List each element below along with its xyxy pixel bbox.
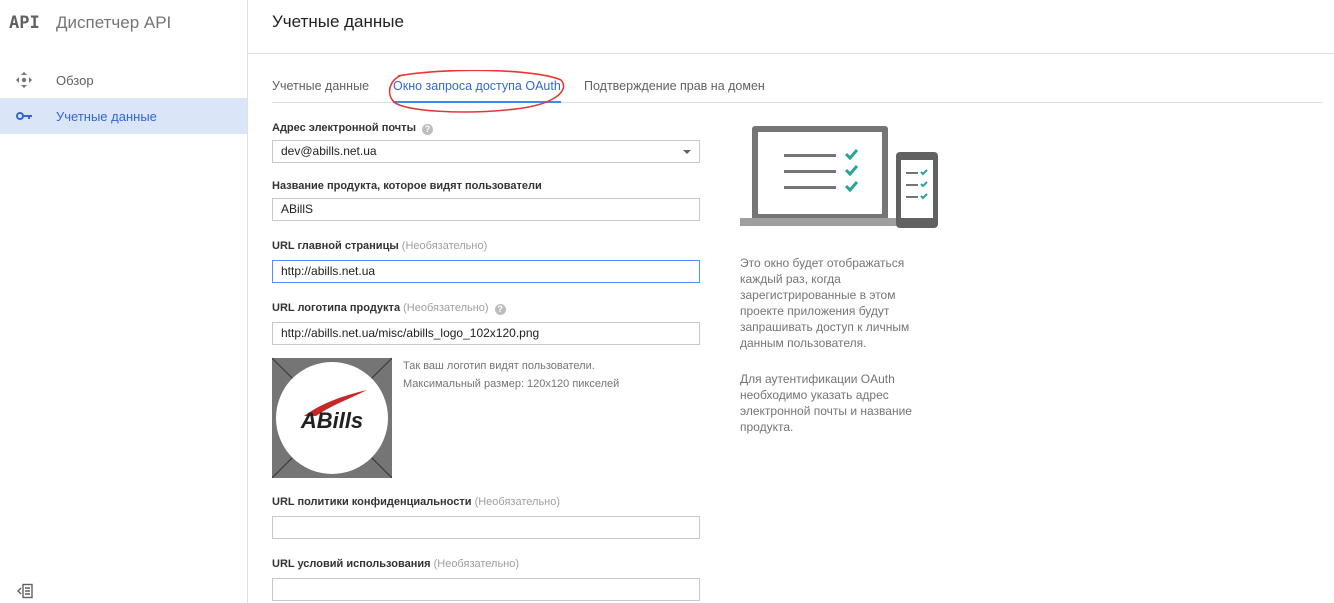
- consent-illustration: [740, 126, 938, 228]
- email-select-value: dev@abills.net.ua: [281, 144, 377, 158]
- top-bar: Учетные данные: [248, 0, 1334, 54]
- tab-domain-verification[interactable]: Подтверждение прав на домен: [584, 70, 765, 102]
- terms-url-input[interactable]: [272, 578, 700, 601]
- help-icon[interactable]: ?: [421, 124, 433, 135]
- sidebar-item-overview[interactable]: Обзор: [0, 62, 247, 98]
- product-name-label: Название продукта, которое видят пользов…: [272, 180, 542, 192]
- help-icon[interactable]: ?: [494, 304, 506, 315]
- chevron-down-icon: [683, 150, 691, 154]
- logo-hint-line1: Так ваш логотип видят пользователи.: [403, 360, 595, 372]
- sidebar-item-label: Обзор: [56, 72, 94, 88]
- product-name-input[interactable]: ABillS: [272, 198, 700, 221]
- page-title: Учетные данные: [272, 12, 404, 31]
- email-label: Адрес электронной почты?: [272, 122, 433, 135]
- key-icon: [16, 111, 56, 121]
- collapse-sidebar-icon[interactable]: [16, 583, 34, 599]
- privacy-url-input[interactable]: [272, 516, 700, 539]
- logo-hint-line2: Максимальный размер: 120x120 пикселей: [403, 378, 620, 390]
- privacy-label: URL политики конфиденциальности (Необяза…: [272, 496, 561, 508]
- sidebar-nav: Обзор Учетные данные: [0, 62, 247, 134]
- email-select[interactable]: dev@abills.net.ua: [272, 140, 700, 163]
- info-paragraph-2: Для аутентификации OAuth необходимо указ…: [740, 372, 912, 434]
- logo-preview: ABills: [272, 358, 392, 478]
- sidebar: API Диспетчер API Обзор Учетные данные: [0, 0, 248, 603]
- sidebar-item-label: Учетные данные: [56, 108, 157, 124]
- tab-oauth-consent[interactable]: Окно запроса доступа OAuth: [393, 70, 561, 103]
- tab-bar: Учетные данные Окно запроса доступа OAut…: [272, 70, 1322, 103]
- app-window: API Диспетчер API Обзор Учетные данные У…: [0, 0, 1334, 603]
- logo-text: ABills: [300, 408, 363, 433]
- sidebar-header: API Диспетчер API: [0, 0, 247, 46]
- overview-icon: [16, 72, 56, 88]
- logo-url-input[interactable]: http://abills.net.ua/misc/abills_logo_10…: [272, 322, 700, 345]
- homepage-input[interactable]: http://abills.net.ua: [272, 260, 700, 283]
- homepage-label: URL главной страницы (Необязательно): [272, 240, 488, 252]
- app-title[interactable]: Диспетчер API: [56, 13, 171, 33]
- info-paragraph-1: Это окно будет отображаться каждый раз, …: [740, 256, 910, 350]
- api-logo[interactable]: API: [9, 13, 56, 33]
- tab-credentials[interactable]: Учетные данные: [272, 70, 369, 102]
- sidebar-item-credentials[interactable]: Учетные данные: [0, 98, 247, 134]
- logo-url-label: URL логотипа продукта (Необязательно)?: [272, 302, 506, 315]
- terms-label: URL условий использования (Необязательно…: [272, 558, 520, 570]
